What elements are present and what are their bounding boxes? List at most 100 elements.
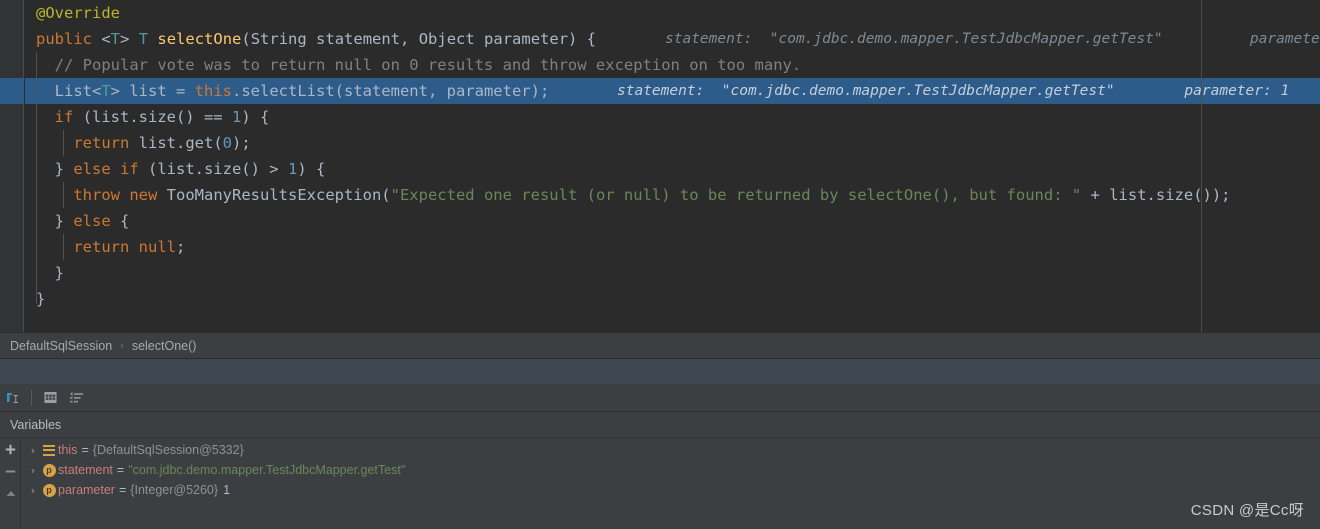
code-token: 1	[231, 108, 242, 126]
code-token: .selectList(statement, parameter);	[232, 82, 550, 100]
code-line[interactable]: List<T> list = this.selectList(statement…	[25, 78, 1320, 104]
remove-watch-button[interactable]	[0, 460, 21, 482]
variables-sidebar-toolbar[interactable]	[0, 438, 21, 529]
variable-name: statement	[58, 463, 113, 477]
code-token: }	[36, 290, 46, 308]
variable-row[interactable]: › p statement = "com.jdbc.demo.mapper.TestJd…	[22, 460, 1320, 480]
variables-list[interactable]: › this = {DefaultSqlSession@5332} › p statemen…	[22, 440, 1320, 500]
code-token: > list =	[110, 82, 195, 100]
code-line[interactable]: if (list.size() == 1) {	[25, 104, 1320, 130]
code-editor[interactable]: @Override public <T> T selectOne(String s…	[0, 0, 1320, 332]
code-token: >	[120, 30, 139, 48]
breadcrumb-item-class[interactable]: DefaultSqlSession	[6, 339, 116, 353]
variable-equals: =	[116, 463, 125, 477]
code-line[interactable]: }	[25, 286, 1320, 312]
indent-guide	[36, 52, 37, 304]
variable-value: "com.jdbc.demo.mapper.TestJdbcMapper.get…	[128, 463, 406, 477]
code-token: 0	[222, 134, 232, 152]
code-token: parameter) {	[474, 30, 597, 48]
code-token: T	[138, 30, 149, 48]
code-token: {	[110, 212, 130, 230]
code-line[interactable]: return null;	[25, 234, 1320, 260]
variable-row[interactable]: › this = {DefaultSqlSession@5332}	[22, 440, 1320, 460]
code-lines[interactable]: @Override public <T> T selectOne(String s…	[25, 0, 1320, 332]
code-token: T	[110, 30, 121, 48]
code-token: (	[241, 30, 251, 48]
table-view-icon[interactable]	[37, 385, 63, 411]
code-token: +	[1081, 186, 1110, 204]
variable-value: 1	[223, 483, 231, 497]
code-token: "Expected one result (or null) to be ret…	[390, 186, 1082, 204]
variable-name: parameter	[58, 483, 115, 497]
breadcrumb-item-method[interactable]: selectOne()	[128, 339, 201, 353]
variable-row[interactable]: › p parameter = {Integer@5260} 1	[22, 480, 1320, 500]
code-token: return	[36, 238, 130, 256]
code-token: ) {	[241, 108, 270, 126]
code-line[interactable]: return list.get(0);	[25, 130, 1320, 156]
chevron-right-icon[interactable]: ›	[26, 464, 40, 477]
code-token: if	[36, 108, 74, 126]
code-token: }	[36, 212, 74, 230]
code-line-text: if (list.size() == 1) {	[25, 104, 270, 130]
code-token: }	[36, 160, 74, 178]
code-token: String	[250, 30, 307, 48]
code-token: new	[129, 186, 158, 204]
code-line-text: } else {	[25, 208, 130, 234]
indent-guide	[63, 182, 64, 208]
debugger-frames-bar[interactable]	[0, 358, 1320, 384]
code-token: @Override	[36, 4, 120, 22]
breadcrumb[interactable]: DefaultSqlSession › selectOne()	[0, 332, 1320, 358]
code-line[interactable]: throw new TooManyResultsException("Expec…	[25, 182, 1320, 208]
editor-gutter[interactable]	[0, 0, 24, 332]
csdn-watermark: CSDN @是Cc呀	[1190, 502, 1304, 519]
code-token: else if	[73, 160, 139, 178]
code-token: null	[138, 238, 176, 256]
code-token: T	[101, 82, 111, 100]
parameter-icon: p	[40, 463, 58, 477]
code-token: public	[36, 30, 92, 48]
add-watch-button[interactable]	[0, 438, 21, 460]
chevron-right-icon[interactable]: ›	[26, 444, 40, 457]
code-token: throw	[36, 186, 120, 204]
inline-debug-hint: statement: "com.jdbc.demo.mapper.TestJdb…	[617, 83, 1290, 99]
code-token: list.size());	[1109, 186, 1231, 204]
code-line-text: return list.get(0);	[25, 130, 250, 156]
variables-panel[interactable]: › this = {DefaultSqlSession@5332} › p statemen…	[0, 438, 1320, 529]
code-line[interactable]: public <T> T selectOne(String statement,…	[25, 26, 1320, 52]
code-line-text: List<T> list = this.selectList(statement…	[25, 78, 550, 104]
code-token: List<	[36, 82, 102, 100]
code-line-text: @Override	[25, 0, 120, 26]
current-line-gutter-highlight	[0, 78, 24, 104]
code-line-text: }	[25, 260, 64, 286]
variable-reference: {Integer@5260}	[130, 483, 219, 497]
variable-reference: {DefaultSqlSession@5332}	[92, 443, 244, 457]
code-token: return	[36, 134, 130, 152]
code-line[interactable]: @Override	[25, 0, 1320, 26]
debugger-toolbar[interactable]	[0, 384, 1320, 412]
code-line-text: return null;	[25, 234, 185, 260]
code-line-text: public <T> T selectOne(String statement,…	[25, 26, 596, 52]
evaluate-expression-icon[interactable]	[0, 385, 26, 411]
code-token: Object	[418, 30, 475, 48]
code-token: 1	[287, 160, 298, 178]
code-token: selectOne	[157, 30, 242, 48]
code-token: else	[73, 212, 111, 230]
code-token: this	[194, 82, 232, 100]
code-line[interactable]: } else if (list.size() > 1) {	[25, 156, 1320, 182]
code-token: TooManyResultsException(	[157, 186, 391, 204]
code-line-text: // Popular vote was to return null on 0 …	[25, 52, 802, 78]
tab-variables[interactable]: Variables	[0, 418, 71, 432]
right-margin-guide	[1201, 0, 1202, 332]
code-token: (list.size() >	[138, 160, 288, 178]
parameter-icon: p	[40, 483, 58, 497]
code-line[interactable]: // Popular vote was to return null on 0 …	[25, 52, 1320, 78]
chevron-right-icon[interactable]: ›	[26, 484, 40, 497]
sort-values-icon[interactable]	[63, 385, 89, 411]
variables-tabstrip[interactable]: Variables	[0, 412, 1320, 438]
code-line[interactable]: } else {	[25, 208, 1320, 234]
code-line[interactable]: }	[25, 260, 1320, 286]
move-up-button[interactable]	[0, 482, 21, 504]
